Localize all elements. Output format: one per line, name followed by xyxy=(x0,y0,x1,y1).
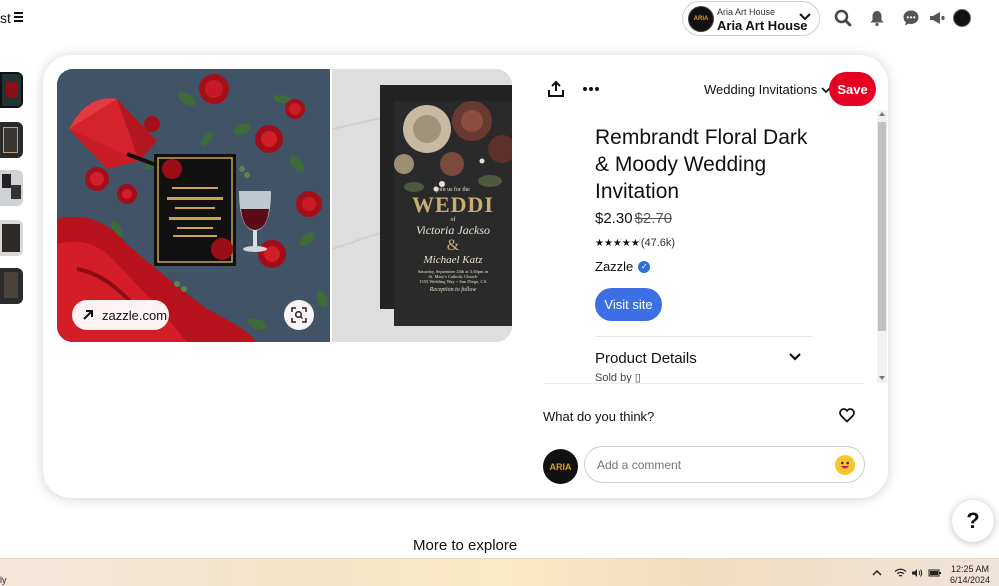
search-icon[interactable] xyxy=(833,8,853,28)
clock-date: 6/14/2024 xyxy=(950,575,991,585)
comment-input[interactable] xyxy=(584,446,865,483)
verified-check-icon: ✓ xyxy=(638,260,651,273)
source-link-label: zazzle.com xyxy=(102,307,168,323)
details-scrollbar[interactable] xyxy=(877,110,887,383)
visit-site-button[interactable]: Visit site xyxy=(595,288,662,321)
battery-icon[interactable] xyxy=(928,568,942,581)
invite-wedding-text: WEDDI xyxy=(411,193,494,217)
taskbar-label-fragment: ly xyxy=(0,575,7,585)
save-button[interactable]: Save xyxy=(829,72,876,106)
thumbnail-3[interactable] xyxy=(0,170,23,206)
original-price: $2.70 xyxy=(634,210,673,227)
thumbnail-2[interactable] xyxy=(0,122,23,158)
lens-icon xyxy=(291,307,307,323)
divider xyxy=(595,336,812,337)
scroll-down-arrow-icon[interactable] xyxy=(879,376,885,380)
share-icon[interactable] xyxy=(547,80,565,103)
nav-label-fragment[interactable]: st xyxy=(0,10,11,26)
more-to-explore-heading: More to explore xyxy=(413,537,518,554)
scrollbar-thumb[interactable] xyxy=(878,122,886,331)
current-price: $2.30 xyxy=(595,210,633,227)
invite-address-text: 1555 Wedding Way ~ San Diego, CA xyxy=(419,279,487,284)
thumbnail-1[interactable] xyxy=(0,72,23,108)
invite-name1-text: Victoria Jackso xyxy=(415,223,491,237)
emoji-icon[interactable] xyxy=(835,455,855,475)
megaphone-icon[interactable] xyxy=(927,8,947,28)
heart-icon[interactable] xyxy=(839,408,855,428)
volume-icon[interactable] xyxy=(911,568,923,581)
divider xyxy=(544,383,864,384)
commenter-avatar: ARIA xyxy=(543,449,578,484)
pin-title: Rembrandt Floral Dark & Moody Wedding In… xyxy=(595,126,808,203)
source-link-button[interactable]: zazzle.com xyxy=(72,300,169,330)
price: $2.30 $2.70 xyxy=(595,210,672,227)
invite-amp-text: & xyxy=(446,237,460,254)
visual-search-button[interactable] xyxy=(284,300,314,330)
board-selector[interactable]: Wedding Invitations xyxy=(704,82,831,97)
rating-count: (47.6k) xyxy=(640,237,676,249)
arrow-up-right-icon xyxy=(83,310,93,320)
scroll-up-arrow-icon[interactable] xyxy=(879,112,885,116)
board-selector-label: Wedding Invitations xyxy=(704,82,818,97)
comments-prompt: What do you think? xyxy=(543,409,655,424)
product-details-heading[interactable]: Product Details xyxy=(595,350,697,367)
top-bar: st ARIA Aria Art House Aria Art House xyxy=(0,0,999,38)
invite-name2-text: Michael Katz xyxy=(423,254,483,266)
taskbar: ly 12:25 AM 6/14/2024 xyxy=(0,558,999,586)
thumbnail-5[interactable] xyxy=(0,268,23,304)
chevron-down-icon[interactable] xyxy=(788,352,802,362)
more-options-icon[interactable] xyxy=(581,80,601,103)
thumbnail-4[interactable] xyxy=(0,220,23,256)
rating: ★★★★★ (47.6k) xyxy=(595,237,675,249)
pin-image-2[interactable]: join us for the WEDDI of Victoria Jackso… xyxy=(332,69,512,342)
chevron-down-icon xyxy=(799,13,811,21)
account-name: Aria Art House xyxy=(717,18,808,33)
messages-icon[interactable] xyxy=(901,8,921,28)
wifi-icon[interactable] xyxy=(894,568,907,581)
clock-time: 12:25 AM xyxy=(951,564,990,574)
merchant-name: Zazzle xyxy=(595,259,634,274)
account-name-small: Aria Art House xyxy=(717,7,776,17)
system-clock[interactable]: 12:25 AM 6/14/2024 xyxy=(950,564,990,586)
star-rating-icon: ★★★★★ xyxy=(595,237,640,249)
account-switcher[interactable]: ARIA Aria Art House Aria Art House xyxy=(682,1,820,36)
invite-reception-text: Reception to follow xyxy=(429,287,477,293)
menu-icon[interactable] xyxy=(14,12,23,22)
merchant[interactable]: Zazzle ✓ xyxy=(595,259,651,274)
account-avatar: ARIA xyxy=(688,6,714,32)
bell-icon[interactable] xyxy=(867,8,887,28)
chevron-up-icon[interactable] xyxy=(872,568,882,580)
profile-avatar[interactable] xyxy=(953,9,971,27)
help-button[interactable]: ? xyxy=(952,500,994,542)
